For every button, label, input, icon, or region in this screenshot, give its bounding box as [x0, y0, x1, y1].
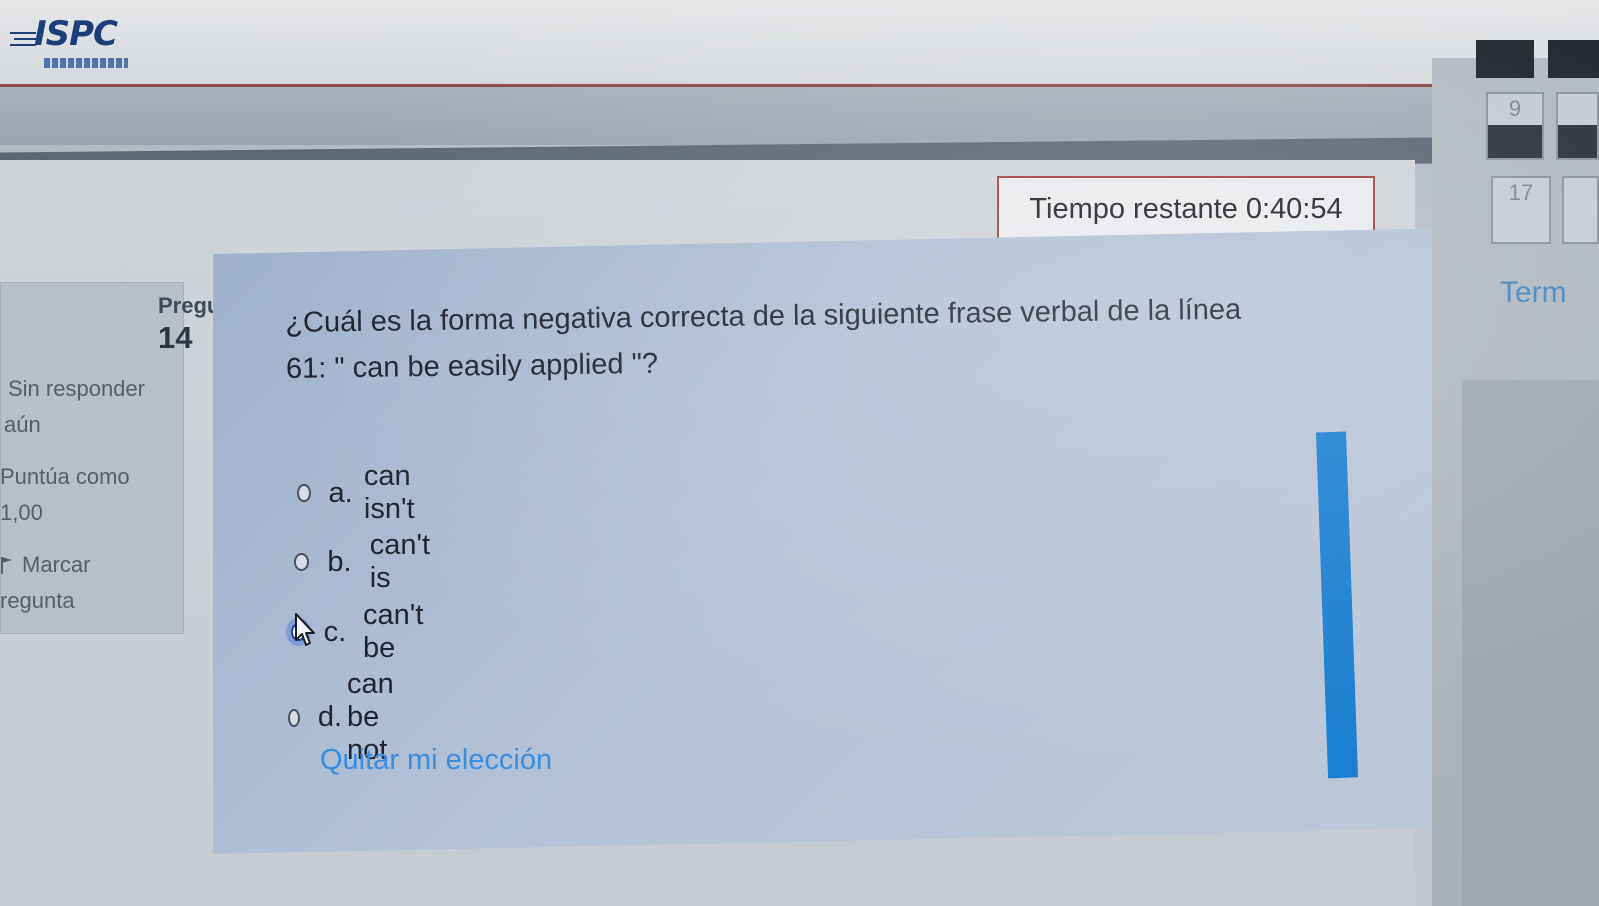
quiz-screen: ISPC Tiempo restante 0:40:54 Pregun 14 S…: [0, 0, 1599, 906]
answered-indicator: [1558, 124, 1597, 158]
navigation-bar: [0, 87, 1470, 145]
site-header: ISPC: [0, 0, 1599, 87]
quiz-nav-number: 9: [1508, 96, 1522, 121]
quiz-nav-number: 17: [1508, 180, 1534, 205]
timer-value: 0:40:54: [1245, 192, 1343, 225]
answer-letter-d: d.: [317, 701, 343, 733]
logo-subtitle: [44, 58, 128, 68]
flag-question-link[interactable]: Marcar: [0, 552, 90, 578]
question-points: Puntúa como: [0, 464, 130, 489]
ispc-logo[interactable]: ISPC: [8, 10, 128, 72]
quiz-nav-button[interactable]: [1556, 92, 1599, 160]
answer-option-b[interactable]: b. can't is: [294, 529, 442, 595]
answer-text-b: can't is: [369, 529, 431, 594]
mouse-cursor-icon: [295, 613, 315, 646]
quiz-nav-button[interactable]: [1562, 176, 1599, 244]
flag-question-label-cont: regunta: [0, 588, 75, 613]
answer-letter-b: b.: [327, 545, 352, 578]
question-status-cont: aún: [4, 412, 41, 437]
clear-choice-link[interactable]: Quitar mi elección: [320, 744, 552, 777]
quiz-nav-button-9[interactable]: 9: [1486, 92, 1544, 160]
finish-attempt-link[interactable]: Term: [1500, 276, 1567, 310]
quiz-nav-button[interactable]: [1476, 40, 1534, 78]
question-info-panel: [0, 282, 184, 634]
answer-letter-c: c.: [323, 615, 347, 648]
logo-text: ISPC: [34, 14, 118, 54]
quiz-navigation-lower: [1462, 380, 1599, 906]
answer-text-c: can't be: [363, 599, 424, 664]
radio-button-d[interactable]: [288, 708, 300, 727]
timer-label: Tiempo restante: [1029, 192, 1238, 225]
radio-button-a[interactable]: [297, 484, 311, 502]
question-number: 14: [158, 320, 193, 355]
question-status: Sin responder: [8, 376, 145, 401]
answer-letter-a: a.: [328, 476, 353, 509]
answered-indicator: [1488, 124, 1542, 158]
radio-button-b[interactable]: [294, 553, 310, 571]
answer-option-a[interactable]: a. can isn't: [297, 460, 436, 526]
question-points-value: 1,00: [0, 500, 43, 525]
answer-text-a: can isn't: [363, 460, 415, 525]
quiz-nav-button-17[interactable]: 17: [1491, 176, 1551, 244]
flag-icon: [1, 557, 12, 574]
quiz-nav-button[interactable]: [1548, 40, 1599, 78]
flag-question-label: Marcar: [22, 552, 91, 577]
question-text: ¿Cuál es la forma negativa correcta de l…: [285, 285, 1346, 392]
